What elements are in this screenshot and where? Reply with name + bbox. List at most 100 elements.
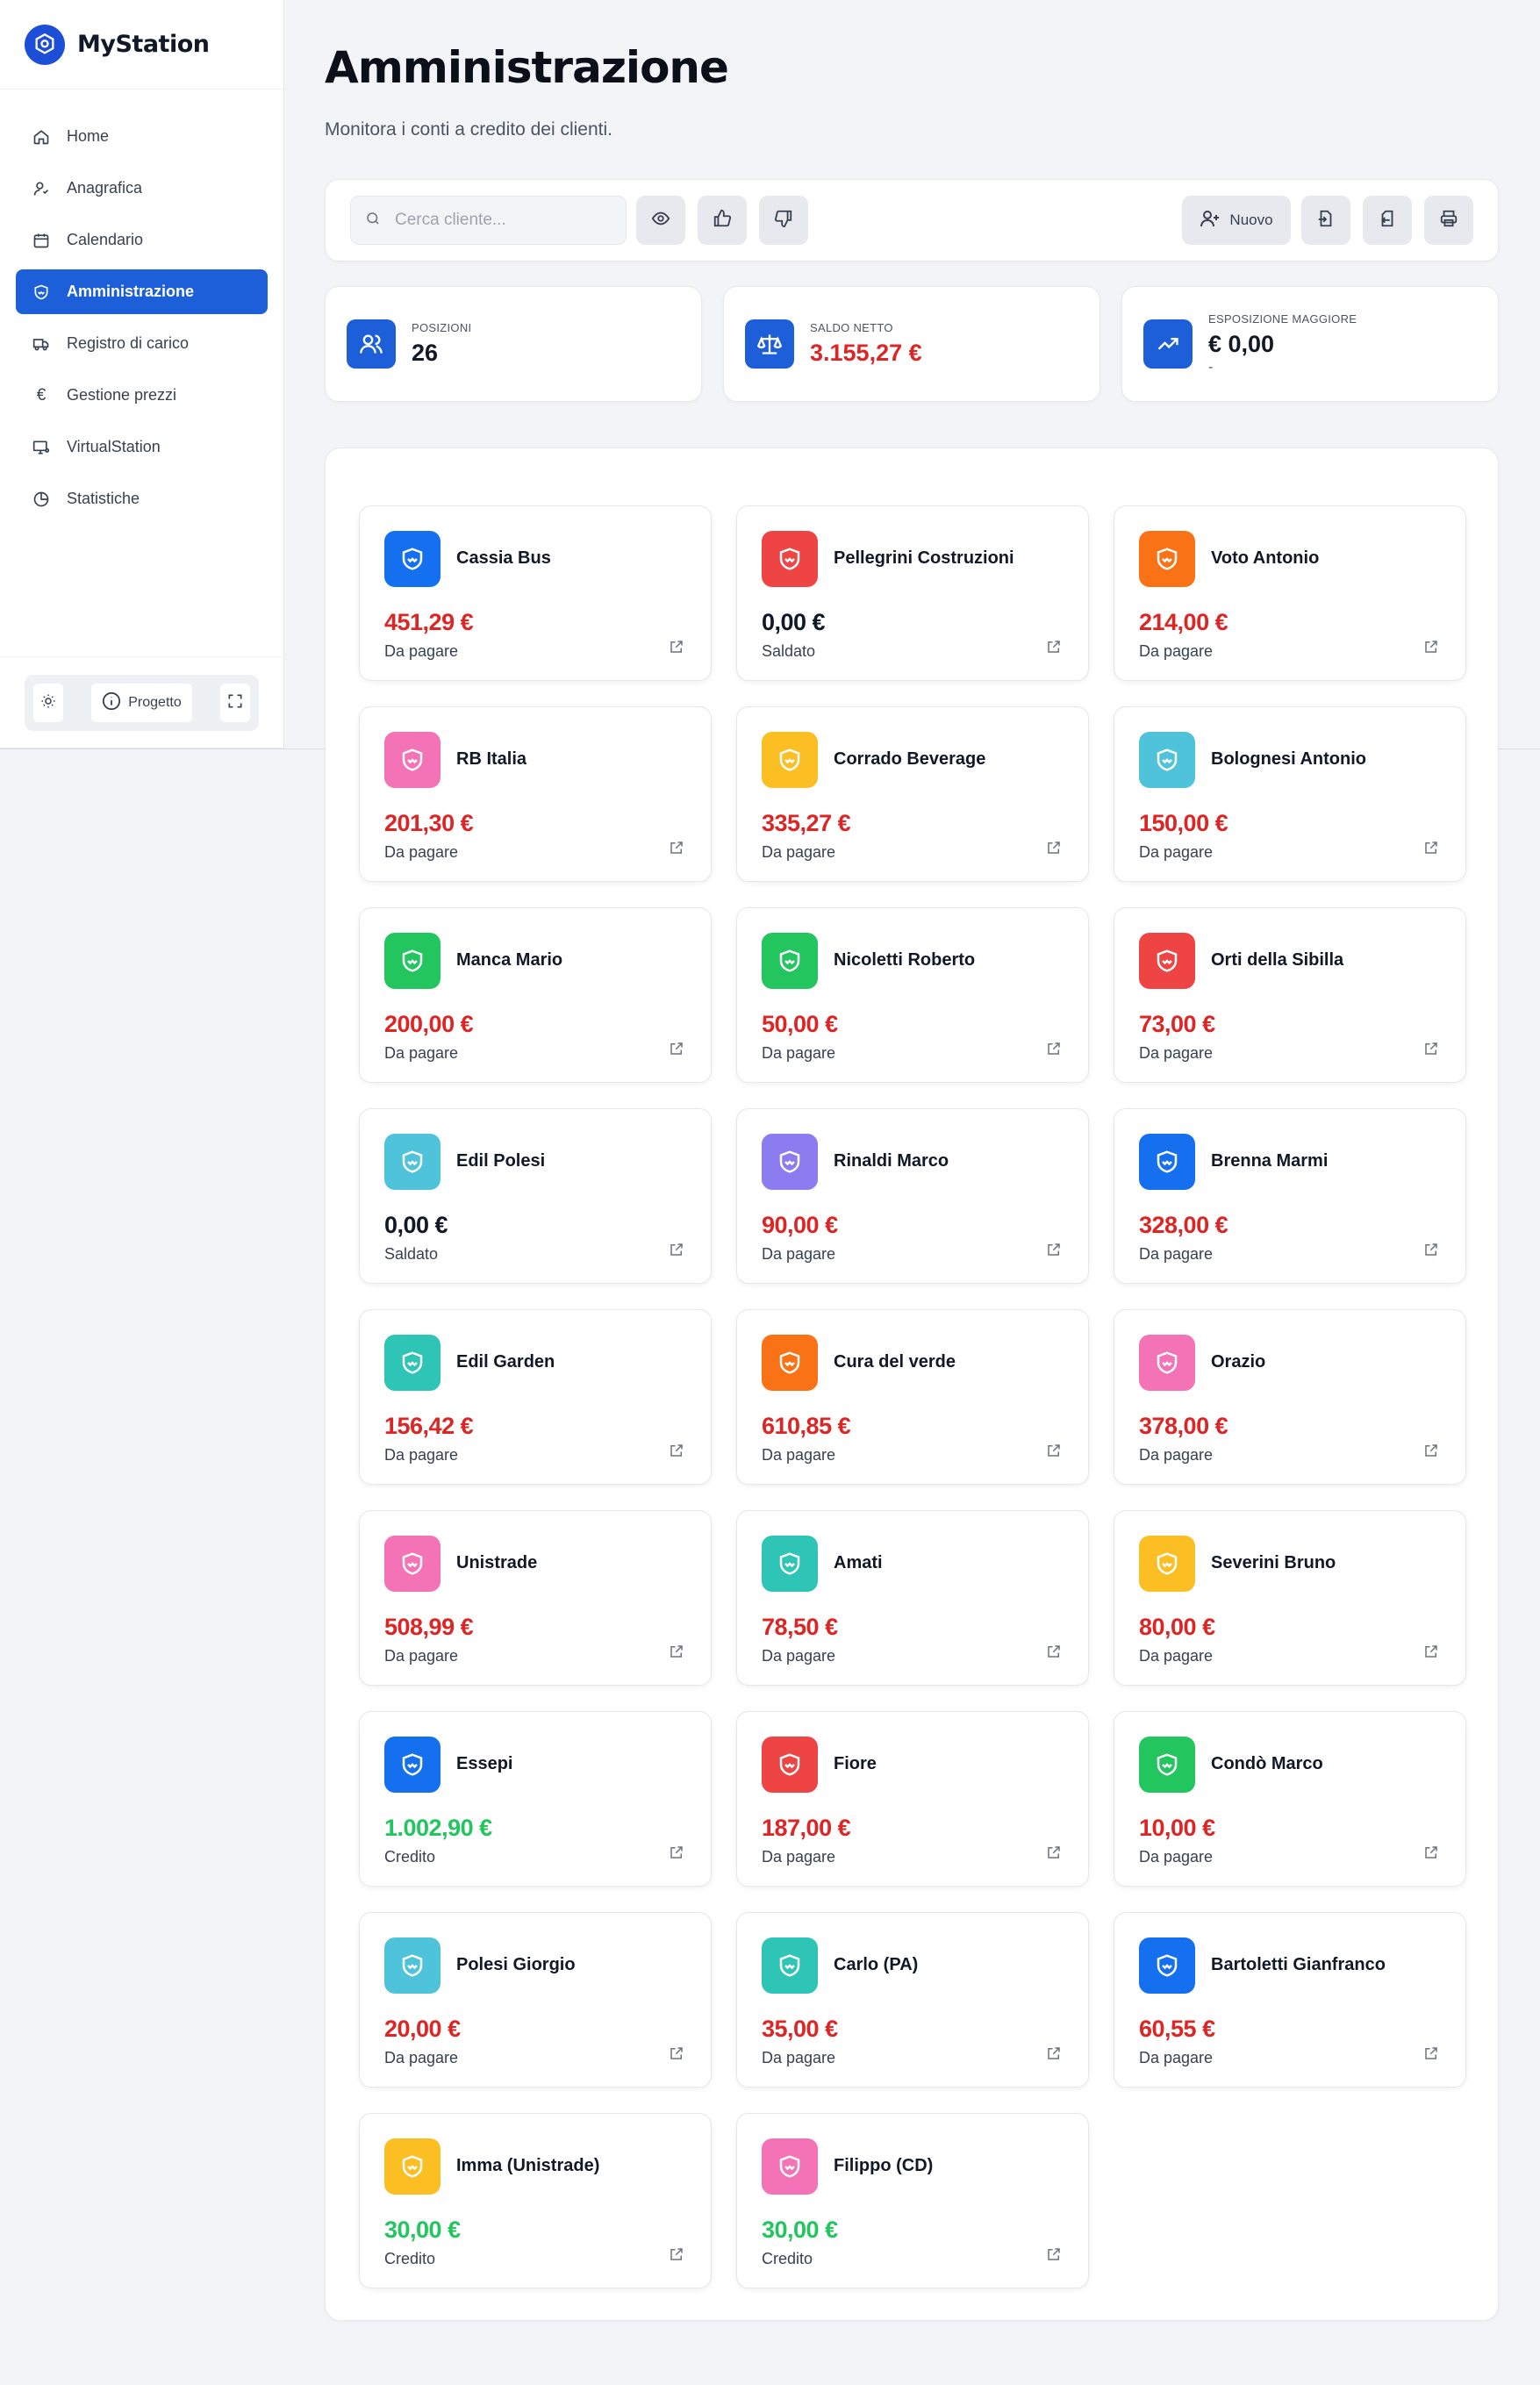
- handshake-icon: [384, 1937, 441, 1994]
- sidebar-item-home[interactable]: Home: [16, 114, 268, 159]
- import-button[interactable]: [1301, 196, 1350, 245]
- client-card[interactable]: Imma (Unistrade) 30,00 € Credito: [359, 2113, 712, 2288]
- external-link-icon[interactable]: [1422, 1642, 1441, 1661]
- client-card[interactable]: Edil Garden 156,42 € Da pagare: [359, 1309, 712, 1485]
- app-name: MyStation: [77, 31, 210, 58]
- sidebar-item-anagrafica[interactable]: Anagrafica: [16, 166, 268, 211]
- client-amount: 10,00 €: [1139, 1815, 1215, 1841]
- footer-toolbar: Progetto: [25, 675, 259, 731]
- external-link-icon[interactable]: [1422, 2044, 1441, 2063]
- external-link-icon[interactable]: [1044, 1843, 1064, 1862]
- print-button[interactable]: [1424, 196, 1473, 245]
- external-link-icon[interactable]: [1044, 2044, 1064, 2063]
- client-amount: 610,85 €: [762, 1413, 851, 1439]
- client-amount: 214,00 €: [1139, 609, 1228, 635]
- client-card[interactable]: Severini Bruno 80,00 € Da pagare: [1114, 1510, 1466, 1686]
- stat-esposizione: Esposizione maggiore € 0,00 -: [1121, 286, 1499, 402]
- client-card[interactable]: Cassia Bus 451,29 € Da pagare: [359, 505, 712, 681]
- theme-toggle-button[interactable]: [33, 684, 64, 722]
- export-button[interactable]: [1363, 196, 1412, 245]
- client-card[interactable]: Corrado Beverage 335,27 € Da pagare: [736, 706, 1089, 882]
- client-card[interactable]: Voto Antonio 214,00 € Da pagare: [1114, 505, 1466, 681]
- client-card[interactable]: Fiore 187,00 € Da pagare: [736, 1711, 1089, 1887]
- external-link-icon[interactable]: [667, 1039, 686, 1058]
- external-link-icon[interactable]: [1422, 838, 1441, 857]
- project-info-button[interactable]: Progetto: [91, 684, 192, 722]
- external-link-icon[interactable]: [1044, 1240, 1064, 1259]
- client-card[interactable]: Polesi Giorgio 20,00 € Da pagare: [359, 1912, 712, 2088]
- new-client-button[interactable]: Nuovo: [1182, 196, 1291, 245]
- external-link-icon[interactable]: [667, 1441, 686, 1460]
- client-card[interactable]: Manca Mario 200,00 € Da pagare: [359, 907, 712, 1083]
- pie-chart-icon: [32, 490, 51, 509]
- client-card[interactable]: Rinaldi Marco 90,00 € Da pagare: [736, 1108, 1089, 1284]
- filter-positive-button[interactable]: [698, 196, 747, 245]
- client-card[interactable]: Brenna Marmi 328,00 € Da pagare: [1114, 1108, 1466, 1284]
- external-link-icon[interactable]: [1422, 1039, 1441, 1058]
- client-card[interactable]: RB Italia 201,30 € Da pagare: [359, 706, 712, 882]
- external-link-icon[interactable]: [1044, 637, 1064, 656]
- filter-negative-button[interactable]: [759, 196, 808, 245]
- external-link-icon[interactable]: [667, 2044, 686, 2063]
- sidebar-item-virtualstation[interactable]: VirtualStation: [16, 425, 268, 469]
- sidebar-footer: Progetto: [0, 656, 283, 748]
- stat-label: Posizioni: [412, 321, 472, 334]
- client-card[interactable]: Pellegrini Costruzioni 0,00 € Saldato: [736, 505, 1089, 681]
- client-name: Corrado Beverage: [834, 749, 986, 769]
- external-link-icon[interactable]: [1422, 1843, 1441, 1862]
- page-subtitle: Monitora i conti a credito dei clienti.: [325, 119, 612, 140]
- search-box[interactable]: [350, 196, 627, 245]
- external-link-icon[interactable]: [667, 637, 686, 656]
- client-card[interactable]: Bartoletti Gianfranco 60,55 € Da pagare: [1114, 1912, 1466, 2088]
- search-input[interactable]: [395, 211, 597, 230]
- sidebar-item-label: Calendario: [67, 231, 144, 248]
- client-name: Filippo (CD): [834, 2156, 934, 2175]
- client-name: Cassia Bus: [456, 548, 551, 568]
- fullscreen-button[interactable]: [219, 684, 250, 722]
- sidebar-item-calendario[interactable]: Calendario: [16, 218, 268, 262]
- sidebar-item-gestione-prezzi[interactable]: € Gestione prezzi: [16, 373, 268, 418]
- client-name: Orazio: [1211, 1352, 1266, 1372]
- monitor-icon: [32, 438, 51, 457]
- client-card[interactable]: Filippo (CD) 30,00 € Credito: [736, 2113, 1089, 2288]
- client-card[interactable]: Unistrade 508,99 € Da pagare: [359, 1510, 712, 1686]
- external-link-icon[interactable]: [1422, 637, 1441, 656]
- view-toggle-button[interactable]: [636, 196, 685, 245]
- toolbar: Nuovo: [325, 179, 1499, 261]
- external-link-icon[interactable]: [1422, 1441, 1441, 1460]
- client-status: Da pagare: [384, 1647, 459, 1665]
- external-link-icon[interactable]: [667, 1843, 686, 1862]
- client-card[interactable]: Cura del verde 610,85 € Da pagare: [736, 1309, 1089, 1485]
- external-link-icon[interactable]: [1044, 2245, 1064, 2264]
- client-card[interactable]: Bolognesi Antonio 150,00 € Da pagare: [1114, 706, 1466, 882]
- client-card[interactable]: Essepi 1.002,90 € Credito: [359, 1711, 712, 1887]
- external-link-icon[interactable]: [1044, 1039, 1064, 1058]
- external-link-icon[interactable]: [1044, 1642, 1064, 1661]
- sidebar-item-amministrazione[interactable]: Amministrazione: [16, 269, 268, 314]
- handshake-icon: [1139, 1536, 1195, 1592]
- client-amount: 1.002,90 €: [384, 1815, 492, 1841]
- external-link-icon[interactable]: [1044, 1441, 1064, 1460]
- client-card[interactable]: Carlo (PA) 35,00 € Da pagare: [736, 1912, 1089, 2088]
- client-card[interactable]: Orazio 378,00 € Da pagare: [1114, 1309, 1466, 1485]
- sidebar-item-label: Registro di carico: [67, 334, 190, 352]
- external-link-icon[interactable]: [667, 1642, 686, 1661]
- client-card[interactable]: Edil Polesi 0,00 € Saldato: [359, 1108, 712, 1284]
- handshake-icon: [384, 1335, 441, 1391]
- brand[interactable]: MyStation: [0, 0, 283, 90]
- external-link-icon[interactable]: [667, 1240, 686, 1259]
- sidebar-item-registro[interactable]: Registro di carico: [16, 321, 268, 366]
- stat-sub: -: [1208, 360, 1214, 375]
- external-link-icon[interactable]: [1044, 838, 1064, 857]
- sidebar-item-label: Home: [67, 127, 110, 145]
- sidebar-item-statistiche[interactable]: Statistiche: [16, 476, 268, 521]
- external-link-icon[interactable]: [1422, 1240, 1441, 1259]
- client-card[interactable]: Condò Marco 10,00 € Da pagare: [1114, 1711, 1466, 1887]
- client-card[interactable]: Orti della Sibilla 73,00 € Da pagare: [1114, 907, 1466, 1083]
- external-link-icon[interactable]: [667, 838, 686, 857]
- client-card[interactable]: Nicoletti Roberto 50,00 € Da pagare: [736, 907, 1089, 1083]
- external-link-icon[interactable]: [667, 2245, 686, 2264]
- client-status: Credito: [762, 2250, 813, 2267]
- client-name: Fiore: [834, 1754, 877, 1773]
- client-card[interactable]: Amati 78,50 € Da pagare: [736, 1510, 1089, 1686]
